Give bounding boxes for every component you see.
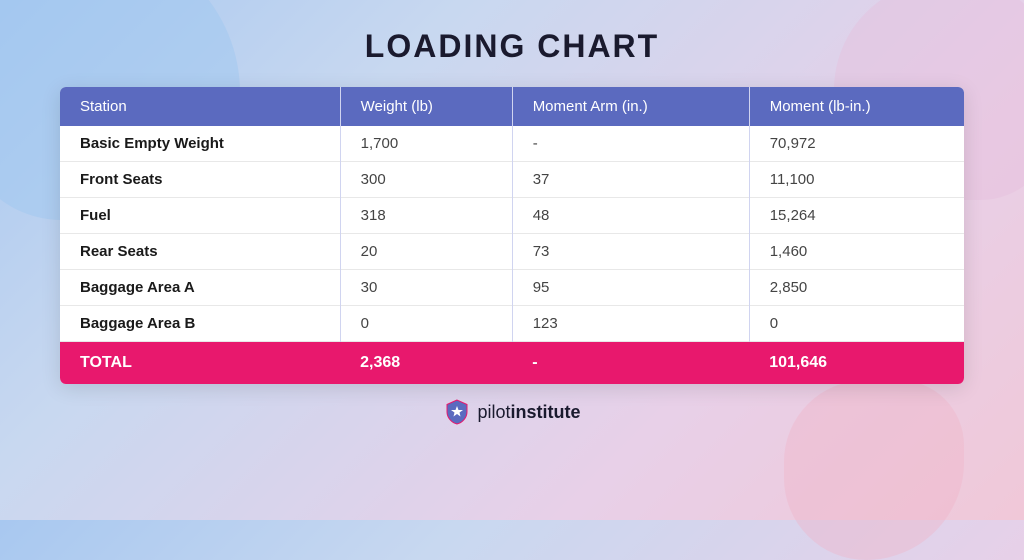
- table-row: Baggage Area B01230: [60, 306, 964, 342]
- col-header-station: Station: [60, 87, 340, 126]
- main-container: LOADING CHART Station Weight (lb) Moment…: [0, 0, 1024, 520]
- cell-weight: 20: [340, 234, 512, 270]
- cell-station: Baggage Area A: [60, 270, 340, 306]
- cell-weight: 318: [340, 198, 512, 234]
- cell-moment: 11,100: [749, 162, 964, 198]
- table-header-row: Station Weight (lb) Moment Arm (in.) Mom…: [60, 87, 964, 126]
- total-label: TOTAL: [60, 342, 340, 385]
- table-row: Baggage Area A30952,850: [60, 270, 964, 306]
- cell-moment-arm: 123: [512, 306, 749, 342]
- brand-pilot: pilot: [477, 402, 510, 422]
- total-row: TOTAL2,368-101,646: [60, 342, 964, 385]
- cell-station: Front Seats: [60, 162, 340, 198]
- table-row: Front Seats3003711,100: [60, 162, 964, 198]
- cell-moment-arm: 37: [512, 162, 749, 198]
- total-moment: 101,646: [749, 342, 964, 385]
- cell-moment: 15,264: [749, 198, 964, 234]
- col-header-moment: Moment (lb-in.): [749, 87, 964, 126]
- loading-chart-table: Station Weight (lb) Moment Arm (in.) Mom…: [60, 87, 964, 384]
- cell-moment-arm: 73: [512, 234, 749, 270]
- cell-station: Fuel: [60, 198, 340, 234]
- cell-weight: 30: [340, 270, 512, 306]
- total-moment-arm: -: [512, 342, 749, 385]
- brand-text: pilotinstitute: [477, 402, 580, 423]
- table-row: Rear Seats20731,460: [60, 234, 964, 270]
- cell-weight: 1,700: [340, 126, 512, 162]
- table-row: Basic Empty Weight1,700-70,972: [60, 126, 964, 162]
- col-header-weight: Weight (lb): [340, 87, 512, 126]
- cell-moment-arm: 48: [512, 198, 749, 234]
- total-weight: 2,368: [340, 342, 512, 385]
- cell-weight: 0: [340, 306, 512, 342]
- loading-chart-table-wrapper: Station Weight (lb) Moment Arm (in.) Mom…: [60, 87, 964, 384]
- table-row: Fuel3184815,264: [60, 198, 964, 234]
- brand-logo: pilotinstitute: [443, 398, 580, 426]
- page-title: LOADING CHART: [365, 28, 659, 65]
- cell-moment-arm: -: [512, 126, 749, 162]
- cell-station: Rear Seats: [60, 234, 340, 270]
- cell-moment: 70,972: [749, 126, 964, 162]
- cell-station: Basic Empty Weight: [60, 126, 340, 162]
- cell-moment-arm: 95: [512, 270, 749, 306]
- cell-weight: 300: [340, 162, 512, 198]
- cell-station: Baggage Area B: [60, 306, 340, 342]
- cell-moment: 1,460: [749, 234, 964, 270]
- footer: pilotinstitute: [443, 398, 580, 426]
- col-header-moment-arm: Moment Arm (in.): [512, 87, 749, 126]
- shield-star-icon: [443, 398, 471, 426]
- cell-moment: 2,850: [749, 270, 964, 306]
- cell-moment: 0: [749, 306, 964, 342]
- brand-institute: institute: [511, 402, 581, 422]
